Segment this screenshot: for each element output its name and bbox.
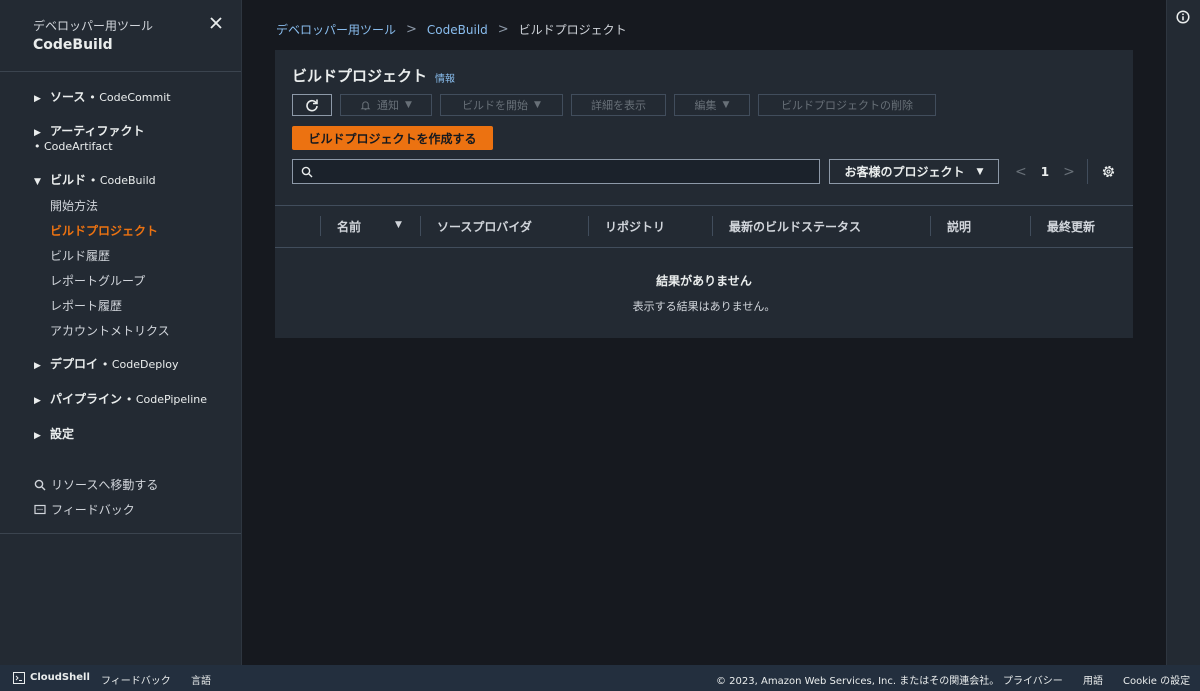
empty-state-description: 表示する結果はありません。 [632, 300, 776, 313]
column-header-source-provider[interactable]: ソースプロバイダ [437, 218, 532, 235]
privacy-link[interactable]: プライバシー [1003, 672, 1063, 687]
divider [0, 71, 241, 72]
view-details-button[interactable]: 詳細を表示 [571, 94, 666, 116]
nav-item-build-projects[interactable]: ビルドプロジェクト [50, 222, 158, 239]
footer: CloudShell フィードバック 言語 © 2023, Amazon Web… [0, 665, 1200, 691]
go-to-resource-link[interactable]: リソースへ移動する [34, 476, 158, 493]
cloudshell-link[interactable]: CloudShell [30, 672, 90, 683]
pagination: < 1 > [1015, 159, 1075, 184]
project-filter-select[interactable]: お客様のプロジェクト ▼ [829, 159, 999, 184]
nav-section-artifact[interactable]: ▶ アーティファクト • CodeArtifact [34, 122, 145, 153]
nav-section-build[interactable]: ▼ ビルド • CodeBuild [34, 171, 156, 188]
gear-icon[interactable] [1101, 164, 1116, 179]
caret-down-icon: ▼ [976, 166, 984, 177]
breadcrumb-current: ビルドプロジェクト [518, 23, 627, 37]
start-build-button[interactable]: ビルドを開始 ▼ [440, 94, 563, 116]
create-project-button[interactable]: ビルドプロジェクトを作成する [292, 126, 493, 150]
column-header-last-modified[interactable]: 最終更新 [1047, 218, 1095, 235]
caret-right-icon: ▶ [34, 431, 41, 441]
edit-button[interactable]: 編集 ▼ [674, 94, 750, 116]
service-group-label: デベロッパー用ツール [33, 19, 154, 33]
column-divider [320, 216, 321, 236]
nav-section-source[interactable]: ▶ ソース • CodeCommit [34, 88, 171, 105]
info-icon[interactable] [1176, 10, 1190, 24]
language-link[interactable]: 言語 [191, 672, 211, 687]
caret-right-icon: ▶ [34, 396, 41, 406]
feedback-icon [34, 504, 46, 514]
refresh-icon [306, 99, 318, 112]
delete-project-button[interactable]: ビルドプロジェクトの削除 [758, 94, 936, 116]
breadcrumb-developer-tools[interactable]: デベロッパー用ツール [276, 21, 396, 38]
chevron-right-icon: > [497, 22, 509, 37]
close-icon[interactable] [205, 12, 227, 34]
nav-item-getting-started[interactable]: 開始方法 [50, 197, 98, 214]
column-divider [930, 216, 931, 236]
empty-state-title: 結果がありません [656, 274, 752, 288]
notify-button[interactable]: 通知 ▼ [340, 94, 432, 116]
nav-section-deploy[interactable]: ▶ デプロイ • CodeDeploy [34, 355, 179, 372]
caret-down-icon: ▼ [534, 100, 541, 110]
sort-descending-icon[interactable]: ▼ [395, 220, 402, 230]
divider [0, 533, 241, 534]
search-field[interactable] [292, 159, 820, 184]
caret-down-icon: ▼ [405, 100, 412, 110]
page-number[interactable]: 1 [1041, 165, 1049, 179]
chevron-left-icon[interactable]: < [1015, 164, 1027, 180]
search-icon [34, 479, 46, 490]
column-header-latest-build-status[interactable]: 最新のビルドステータス [729, 218, 861, 235]
nav-item-report-history[interactable]: レポート履歴 [50, 297, 122, 314]
caret-right-icon: ▶ [34, 361, 41, 371]
nav-item-account-metrics[interactable]: アカウントメトリクス [50, 322, 170, 339]
bell-icon [360, 100, 371, 110]
copyright-text: © 2023, Amazon Web Services, Inc. またはその関… [716, 676, 1000, 687]
search-icon [301, 166, 313, 177]
side-navigation: デベロッパー用ツール CodeBuild ▶ ソース • CodeCommit ▶… [0, 0, 242, 665]
chevron-right-icon: > [406, 22, 417, 37]
column-divider [712, 216, 713, 236]
build-projects-panel: ビルドプロジェクト 情報 通知 ▼ ビルドを開始 ▼ 詳細を表示 編集 ▼ ビル… [275, 50, 1133, 338]
column-header-description[interactable]: 説明 [947, 218, 971, 235]
page-title: ビルドプロジェクト [292, 67, 428, 85]
caret-right-icon: ▶ [34, 128, 41, 138]
chevron-right-icon[interactable]: > [1063, 164, 1075, 180]
footer-feedback-link[interactable]: フィードバック [101, 672, 171, 687]
caret-down-icon: ▼ [34, 177, 41, 187]
column-header-repository[interactable]: リポジトリ [605, 218, 665, 235]
cookie-settings-link[interactable]: Cookie の設定 [1123, 672, 1190, 687]
terms-link[interactable]: 用語 [1083, 672, 1103, 687]
help-panel-rail [1166, 0, 1200, 665]
caret-down-icon: ▼ [722, 100, 730, 110]
breadcrumb: デベロッパー用ツール > CodeBuild > ビルドプロジェクト [276, 21, 627, 38]
info-link[interactable]: 情報 [435, 70, 455, 85]
refresh-button[interactable] [292, 94, 332, 116]
nav-section-settings[interactable]: ▶ 設定 [34, 425, 74, 442]
column-header-name[interactable]: 名前 [337, 218, 361, 235]
caret-right-icon: ▶ [34, 94, 41, 104]
column-divider [588, 216, 589, 236]
column-divider [1030, 216, 1031, 236]
divider [1087, 159, 1088, 184]
breadcrumb-codebuild[interactable]: CodeBuild [427, 23, 488, 37]
nav-item-report-groups[interactable]: レポートグループ [50, 272, 145, 289]
service-title[interactable]: CodeBuild [33, 37, 113, 53]
nav-item-build-history[interactable]: ビルド履歴 [50, 247, 110, 264]
table-header: 名前 ▼ ソースプロバイダ リポジトリ 最新のビルドステータス 説明 最終更新 [275, 205, 1133, 248]
search-input[interactable] [319, 163, 803, 180]
column-divider [420, 216, 421, 236]
feedback-link[interactable]: フィードバック [34, 501, 135, 518]
nav-section-pipeline[interactable]: ▶ パイプライン • CodePipeline [34, 390, 207, 407]
terminal-icon [13, 672, 25, 684]
